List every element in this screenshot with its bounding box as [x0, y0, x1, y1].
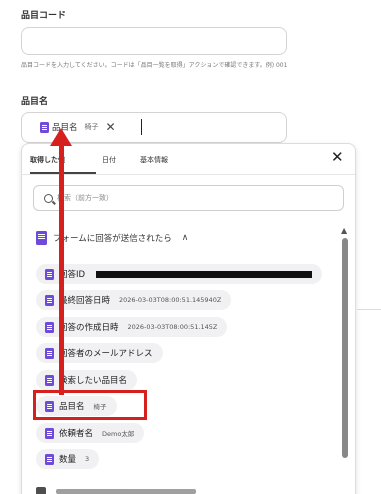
- list-item[interactable]: 最終回答日時 2026-03-03T08:00:51.145940Z: [36, 290, 232, 310]
- cut-off-label: [56, 488, 196, 494]
- google-forms-icon: [45, 427, 54, 439]
- tabs-divider: [22, 174, 355, 175]
- chip-remove-icon[interactable]: ✕: [106, 121, 116, 133]
- scroll-up-icon[interactable]: ▲: [341, 226, 347, 235]
- next-group-peek: [36, 487, 196, 494]
- highlight-box: [33, 390, 147, 420]
- app-icon: [36, 487, 46, 494]
- list-item[interactable]: 回答ID: [36, 264, 323, 284]
- google-forms-icon: [40, 121, 49, 133]
- google-forms-icon: [45, 374, 54, 386]
- google-forms-icon: [45, 268, 54, 280]
- item-value: Demo太郎: [102, 430, 135, 438]
- google-forms-icon: [36, 231, 47, 245]
- tab-date[interactable]: 日付: [102, 155, 116, 165]
- item-code-input[interactable]: [21, 27, 287, 55]
- annotation-arrow-head: [50, 128, 72, 146]
- close-icon[interactable]: ✕: [331, 150, 344, 165]
- search-icon: [44, 193, 53, 203]
- item-label: 回答者のメールアドレス: [59, 349, 153, 359]
- scrollbar-thumb[interactable]: [342, 238, 348, 458]
- list-item[interactable]: 回答の作成日時 2026-03-03T08:00:51.145Z: [36, 317, 228, 337]
- list-item[interactable]: 検索したい品目名: [36, 370, 138, 390]
- list-item[interactable]: 数量 3: [36, 449, 100, 469]
- redacted-value: [96, 270, 313, 278]
- tab-basic-info[interactable]: 基本情報: [140, 155, 168, 165]
- list-item[interactable]: 回答者のメールアドレス: [36, 343, 163, 363]
- google-forms-icon: [45, 321, 54, 333]
- annotation-arrow-shaft: [59, 143, 64, 395]
- item-value: 3: [85, 455, 90, 463]
- google-forms-icon: [45, 347, 54, 359]
- item-label: 数量: [59, 455, 77, 465]
- chip-value: 椅子: [84, 123, 99, 131]
- group-label: フォームに回答が送信されたら: [53, 234, 172, 244]
- text-caret: [141, 119, 142, 135]
- google-forms-icon: [45, 453, 54, 465]
- item-value: 2026-03-03T08:00:51.145940Z: [119, 296, 222, 304]
- item-code-help: 品目コードを入力してください。コードは「品目一覧を取得」アクションで確認できます…: [21, 62, 288, 69]
- item-name-label: 品目名: [21, 97, 49, 107]
- item-label: 回答の作成日時: [59, 323, 119, 333]
- chevron-up-icon[interactable]: ∧: [182, 233, 189, 243]
- value-picker-panel: 取得した値 日付 基本情報 ✕ フォームに回答が送信されたら ∧ 回答ID 最終…: [21, 143, 356, 494]
- search-box[interactable]: [33, 185, 344, 211]
- search-input[interactable]: [57, 194, 317, 202]
- item-label: 最終回答日時: [59, 296, 111, 306]
- item-code-label: 品目コード: [21, 11, 67, 21]
- google-forms-icon: [45, 294, 54, 306]
- item-value: 2026-03-03T08:00:51.145Z: [127, 323, 218, 331]
- item-label: 検索したい品目名: [59, 376, 128, 386]
- item-label: 依頼者名: [59, 429, 94, 439]
- list-item[interactable]: 依頼者名 Demo太郎: [36, 423, 145, 443]
- divider: [357, 309, 381, 310]
